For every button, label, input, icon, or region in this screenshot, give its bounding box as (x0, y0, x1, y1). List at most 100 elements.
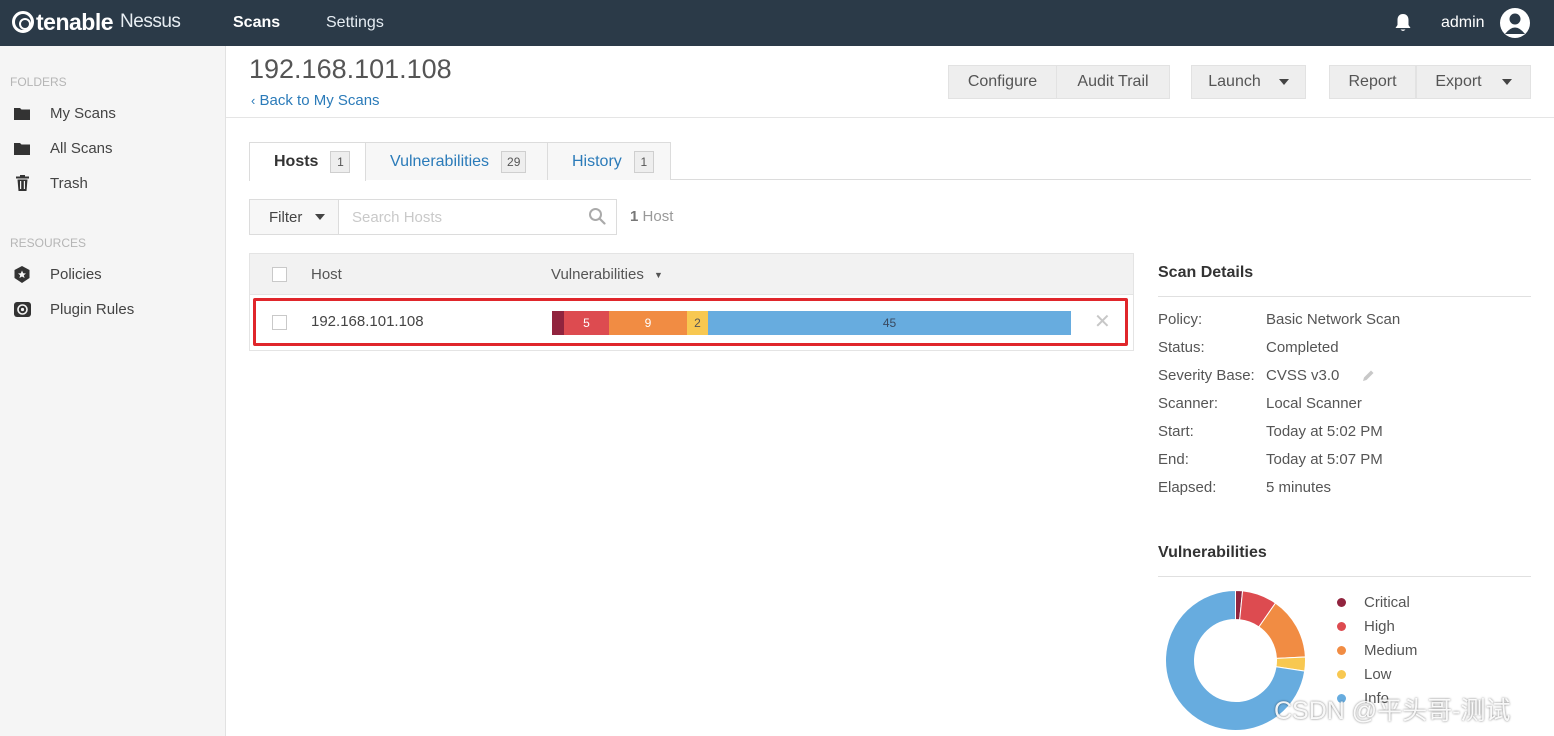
detail-value: Today at 5:07 PM (1266, 451, 1383, 468)
resources-heading: RESOURCES (10, 236, 87, 250)
detail-severity-base: Severity Base: CVSS v3.0 (1158, 367, 1375, 389)
host-ip-cell[interactable]: 192.168.101.108 (311, 313, 424, 330)
severity-segment-critical (552, 311, 564, 335)
vulnerabilities-panel-divider (1158, 576, 1531, 577)
row-checkbox[interactable] (272, 315, 287, 330)
search-icon[interactable] (588, 207, 606, 225)
legend-item-high[interactable]: High (1337, 616, 1395, 636)
chevron-left-icon: ‹ (251, 93, 256, 108)
tenable-logo-icon (12, 11, 34, 33)
column-vulnerabilities-label: Vulnerabilities (551, 266, 644, 283)
legend-dot-low (1337, 669, 1346, 679)
detail-elapsed: Elapsed: 5 minutes (1158, 479, 1331, 501)
configure-button[interactable]: Configure (948, 65, 1057, 99)
detail-value: 5 minutes (1266, 479, 1332, 496)
tab-count-badge: 1 (633, 150, 654, 173)
hosts-table-header: Host Vulnerabilities ▼ (249, 253, 1134, 295)
plugin-rules-icon (13, 300, 31, 318)
detail-end: End: Today at 5:07 PM (1158, 451, 1383, 473)
vulnerabilities-panel-title: Vulnerabilities (1158, 544, 1267, 561)
sidebar-item-all-scans[interactable]: All Scans (0, 133, 225, 163)
remove-host-icon[interactable]: ✕ (1094, 311, 1111, 333)
detail-value: Basic Network Scan (1266, 311, 1401, 328)
sidebar-item-label: Plugin Rules (50, 300, 135, 318)
sidebar-item-my-scans[interactable]: My Scans (0, 98, 225, 128)
header-divider (226, 117, 1554, 118)
host-count-number: 1 (630, 208, 639, 225)
severity-segment-high: 5 (564, 311, 609, 335)
back-to-my-scans-link[interactable]: ‹ Back to My Scans (251, 92, 380, 109)
export-button[interactable]: Export (1416, 65, 1531, 99)
legend-label: Low (1364, 665, 1392, 683)
tab-hosts[interactable]: Hosts 1 (249, 142, 366, 181)
legend-label: Critical (1364, 593, 1410, 611)
report-button[interactable]: Report (1329, 65, 1416, 99)
caret-down-icon (1278, 79, 1289, 85)
sidebar-item-label: Trash (50, 174, 88, 192)
sidebar-item-label: My Scans (50, 104, 116, 122)
sidebar-item-policies[interactable]: Policies (0, 259, 225, 289)
launch-button[interactable]: Launch (1191, 65, 1306, 99)
legend-label: Medium (1364, 641, 1418, 659)
legend-item-low[interactable]: Low (1337, 664, 1392, 684)
user-avatar-icon[interactable] (1500, 8, 1530, 38)
nav-scans[interactable]: Scans (233, 0, 280, 46)
sidebar-item-label: All Scans (50, 139, 113, 157)
scan-details-divider (1158, 296, 1531, 297)
folder-icon (13, 104, 31, 122)
top-navigation-bar: tenable Nessus Scans Settings admin (0, 0, 1554, 46)
nav-settings[interactable]: Settings (326, 0, 384, 46)
edit-pencil-icon[interactable] (1361, 369, 1375, 383)
detail-value: CVSS v3.0 (1266, 367, 1340, 384)
host-count: 1 Host (630, 208, 673, 225)
tab-vulnerabilities[interactable]: Vulnerabilities 29 (365, 142, 548, 180)
search-hosts-input[interactable] (338, 199, 617, 235)
back-link-label: Back to My Scans (259, 92, 380, 109)
trash-icon (13, 174, 31, 192)
caret-down-icon (1501, 79, 1512, 85)
scan-details-title: Scan Details (1158, 264, 1254, 281)
folders-heading: FOLDERS (10, 75, 67, 89)
logo-product-text: Nessus (120, 11, 181, 32)
audit-trail-button[interactable]: Audit Trail (1056, 65, 1170, 99)
severity-segment-low: 2 (687, 311, 708, 335)
tab-label: Vulnerabilities (390, 152, 490, 170)
sidebar-item-label: Policies (50, 265, 102, 283)
legend-dot-critical (1337, 597, 1346, 607)
detail-value: Today at 5:02 PM (1266, 423, 1383, 440)
detail-label: Scanner: (1158, 395, 1219, 412)
legend-dot-medium (1337, 645, 1346, 655)
severity-segment-medium: 9 (609, 311, 687, 335)
filter-button[interactable]: Filter (249, 199, 339, 235)
bell-icon[interactable] (1394, 13, 1412, 33)
policy-badge-icon (13, 265, 31, 283)
detail-value: Completed (1266, 339, 1339, 356)
sort-desc-icon: ▼ (654, 270, 663, 281)
host-count-label: Host (642, 208, 674, 225)
select-all-checkbox[interactable] (272, 267, 287, 282)
tab-history[interactable]: History 1 (547, 142, 671, 180)
page-title: 192.168.101.108 (249, 54, 452, 84)
legend-label: High (1364, 617, 1395, 635)
detail-value: Local Scanner (1266, 395, 1362, 412)
legend-item-critical[interactable]: Critical (1337, 592, 1410, 612)
severity-bar[interactable]: 5 9 2 45 (552, 311, 1071, 335)
filter-button-label: Filter (269, 208, 303, 226)
tab-label: History (572, 152, 622, 170)
user-name[interactable]: admin (1441, 0, 1485, 46)
export-button-label: Export (1435, 73, 1482, 90)
tab-label: Hosts (274, 153, 319, 170)
severity-segment-info: 45 (708, 311, 1071, 335)
logo-main-text: tenable (36, 8, 114, 35)
legend-item-medium[interactable]: Medium (1337, 640, 1417, 660)
sidebar-item-plugin-rules[interactable]: Plugin Rules (0, 294, 225, 324)
column-host-header[interactable]: Host (311, 266, 342, 283)
detail-label: Severity Base: (1158, 367, 1255, 384)
detail-policy: Policy: Basic Network Scan (1158, 311, 1400, 333)
column-vulnerabilities-header[interactable]: Vulnerabilities ▼ (551, 266, 663, 283)
detail-label: End: (1158, 451, 1189, 468)
detail-status: Status: Completed (1158, 339, 1339, 361)
tab-count-badge: 29 (501, 150, 527, 173)
sidebar-item-trash[interactable]: Trash (0, 168, 225, 198)
tenable-nessus-logo[interactable]: tenable Nessus (12, 8, 181, 36)
